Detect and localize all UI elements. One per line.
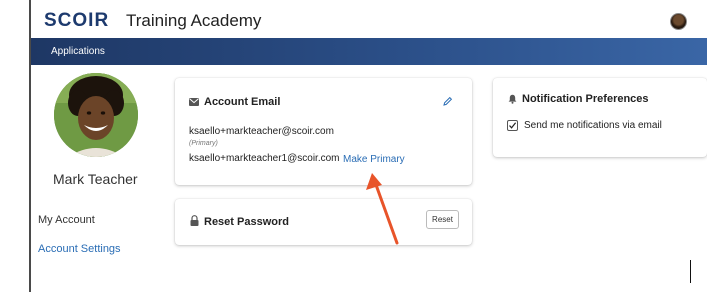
top-bar: SCOIR Training Academy	[0, 0, 707, 38]
nav-item-applications[interactable]: Applications	[51, 45, 105, 59]
checkmark-icon	[509, 122, 517, 129]
lock-icon	[190, 215, 199, 226]
app-window: SCOIR Training Academy Applications Mark…	[0, 0, 707, 308]
account-email-title: Account Email	[204, 96, 281, 108]
notification-preferences-card: Notification Preferences Send me notific…	[493, 78, 707, 157]
pencil-icon[interactable]	[442, 96, 453, 107]
annotation-arrow-icon	[366, 173, 399, 245]
bell-icon	[508, 94, 517, 104]
sidebar-item-my-account[interactable]: My Account	[38, 213, 95, 227]
email-notifications-checkbox[interactable]	[507, 120, 518, 131]
profile-name: Mark Teacher	[53, 171, 138, 187]
secondary-email: ksaello+markteacher1@scoir.com	[189, 153, 340, 164]
sidebar-item-account-settings[interactable]: Account Settings	[38, 242, 121, 256]
notification-preferences-title: Notification Preferences	[522, 93, 649, 105]
main-nav: Applications	[31, 38, 707, 65]
profile-avatar	[54, 73, 138, 157]
user-avatar-menu[interactable]	[670, 13, 687, 30]
reset-password-card: Reset Password Reset	[175, 199, 472, 245]
primary-email: ksaello+markteacher@scoir.com	[189, 126, 334, 137]
reset-password-title: Reset Password	[204, 216, 289, 228]
app-title: Training Academy	[126, 11, 262, 30]
reset-button[interactable]: Reset	[426, 210, 459, 229]
user-photo-icon	[54, 73, 138, 157]
envelope-icon	[189, 98, 199, 106]
account-email-card: Account Email ksaello+markteacher@scoir.…	[175, 78, 472, 185]
email-notifications-label[interactable]: Send me notifications via email	[524, 120, 662, 132]
make-primary-link[interactable]: Make Primary	[343, 154, 405, 166]
scoir-logo[interactable]: SCOIR	[44, 8, 109, 34]
primary-tag: (Primary)	[189, 140, 218, 147]
text-cursor	[690, 260, 691, 283]
